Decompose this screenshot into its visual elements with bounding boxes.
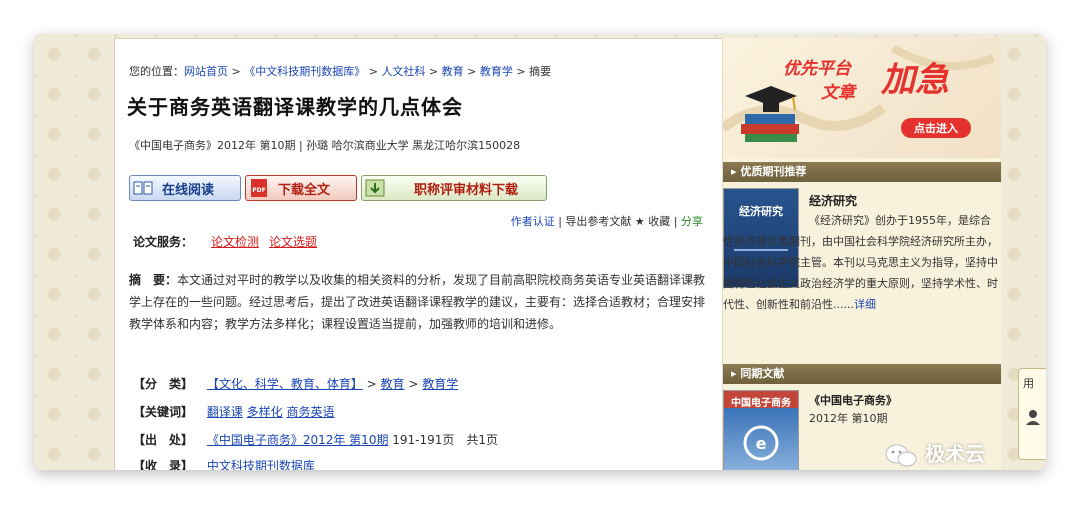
banner-line1: 优先平台 <box>783 59 851 79</box>
svg-text:e: e <box>756 434 767 453</box>
recommend-section-header: ▸ 优质期刊推荐 <box>723 162 1001 182</box>
priority-banner[interactable]: 优先平台 文章 加急 点击进入 <box>723 38 1001 158</box>
keywords-row: 【关键词】 翻译课 多样化 商务英语 <box>133 403 335 420</box>
ecommerce-logo-icon: e <box>743 425 779 461</box>
read-online-label: 在线阅读 <box>162 182 215 198</box>
category-link-education[interactable]: 教育 <box>381 377 405 391</box>
category-label: 【分 类】 <box>133 377 194 391</box>
article-meta: 《中国电子商务》2012年 第10期 | 孙璐 哈尔滨商业大学 黑龙江哈尔滨15… <box>129 139 521 152</box>
collection-row: 【收 录】 中文科技期刊数据库 <box>133 457 315 470</box>
same-issue-cover-title: 中国电子商务 <box>731 398 791 409</box>
category-link-culture[interactable]: 【文化、科学、教育、体育】 <box>207 377 363 391</box>
floating-tab-label: 用 <box>1023 377 1034 390</box>
same-issue-section-header: ▸ 同期文献 <box>723 364 1001 384</box>
wechat-icon <box>885 444 917 466</box>
collection-label: 【收 录】 <box>133 459 194 470</box>
same-issue-journal[interactable]: 《中国电子商务》 <box>809 392 897 408</box>
journal-name[interactable]: 经济研究 <box>809 192 857 209</box>
source-label: 【出 处】 <box>133 433 194 447</box>
pdf-icon: PDF <box>246 176 272 200</box>
keyword-link[interactable]: 翻译课 <box>207 405 243 419</box>
paper-services: 论文服务： 论文检测 论文选题 <box>133 233 327 250</box>
user-icon <box>1026 410 1040 425</box>
page-title: 关于商务英语翻译课教学的几点体会 <box>127 95 463 119</box>
breadcrumb-prefix: 您的位置： <box>129 65 184 78</box>
same-issue-cover[interactable]: 中国电子商务 e <box>723 390 799 470</box>
download-arrow-icon <box>362 176 388 200</box>
author-cert-link[interactable]: 作者认证 <box>511 215 555 228</box>
floating-side-tab[interactable]: 用 <box>1018 368 1046 460</box>
source-row: 【出 处】 《中国电子商务》2012年 第10期 191-191页 共1页 <box>133 431 498 448</box>
title-material-label: 职称评审材料下载 <box>414 182 519 198</box>
banner-enter-button[interactable]: 点击进入 <box>901 120 971 136</box>
same-issue-issue: 2012年 第10期 <box>809 412 888 425</box>
favorite-link[interactable]: ★ 收藏 <box>635 215 670 228</box>
services-label: 论文服务： <box>133 235 194 249</box>
banner-line2: 文章 <box>821 83 855 103</box>
export-ref-link[interactable]: 导出参考文献 <box>565 215 631 228</box>
paper-topic-link[interactable]: 论文选题 <box>269 235 317 249</box>
journal-desc: 《经济研究》创办于1955年，是综合性经济理论类期刊，由中国社会科学院经济研究所… <box>723 214 998 311</box>
breadcrumb-home[interactable]: 网站首页 <box>184 65 228 78</box>
watermark: 极术云 <box>884 438 985 469</box>
title-material-button[interactable]: 职称评审材料下载 <box>361 175 547 201</box>
keyword-link[interactable]: 多样化 <box>247 405 283 419</box>
sidebar: 优先平台 文章 加急 点击进入 ▸ 优质期刊推荐 经济研究 经济研究 《经济研究… <box>722 38 1001 470</box>
abstract: 摘 要：本文通过对平时的教学以及收集的相关资料的分析，发现了目前高职院校商务英语… <box>129 269 709 335</box>
abstract-label: 摘 要： <box>129 273 178 287</box>
journal-detail-link[interactable]: 详细 <box>854 298 876 311</box>
article-panel: 您的位置：网站首页 > 《中文科技期刊数据库》 > 人文社科 > 教育 > 教育… <box>114 38 724 470</box>
keyword-link[interactable]: 商务英语 <box>287 405 335 419</box>
breadcrumb-education[interactable]: 教育 <box>442 65 464 78</box>
breadcrumb-pedagogy[interactable]: 教育学 <box>480 65 513 78</box>
abstract-text: 本文通过对平时的教学以及收集的相关资料的分析，发现了目前高职院校商务英语专业英语… <box>129 273 706 331</box>
category-link-pedagogy[interactable]: 教育学 <box>422 377 458 391</box>
download-label: 下载全文 <box>278 182 331 198</box>
paper-check-link[interactable]: 论文检测 <box>211 235 259 249</box>
svg-text:PDF: PDF <box>252 187 265 194</box>
category-row: 【分 类】 【文化、科学、教育、体育】 > 教育 > 教育学 <box>133 377 459 391</box>
breadcrumb: 您的位置：网站首页 > 《中文科技期刊数据库》 > 人文社科 > 教育 > 教育… <box>129 65 552 78</box>
article-tools: 作者认证 | 导出参考文献 ★ 收藏 | 分享 <box>510 215 703 228</box>
download-button[interactable]: PDF 下载全文 <box>245 175 357 201</box>
source-pages: 191-191页 共1页 <box>392 433 499 447</box>
breadcrumb-database[interactable]: 《中文科技期刊数据库》 <box>244 65 365 78</box>
source-link[interactable]: 《中国电子商务》2012年 第10期 <box>207 433 389 447</box>
banner-big-text: 加急 <box>881 60 949 100</box>
share-link[interactable]: 分享 <box>681 215 703 228</box>
screenshot-frame: 您的位置：网站首页 > 《中文科技期刊数据库》 > 人文社科 > 教育 > 教育… <box>34 34 1046 470</box>
keywords-label: 【关键词】 <box>133 405 194 419</box>
breadcrumb-humanities[interactable]: 人文社科 <box>381 65 425 78</box>
banner-graphic <box>723 44 995 142</box>
read-online-button[interactable]: 在线阅读 <box>129 175 241 201</box>
breadcrumb-current: 摘要 <box>529 65 552 78</box>
collection-link[interactable]: 中文科技期刊数据库 <box>207 459 315 470</box>
watermark-text: 极术云 <box>924 442 985 466</box>
book-icon <box>130 176 156 200</box>
